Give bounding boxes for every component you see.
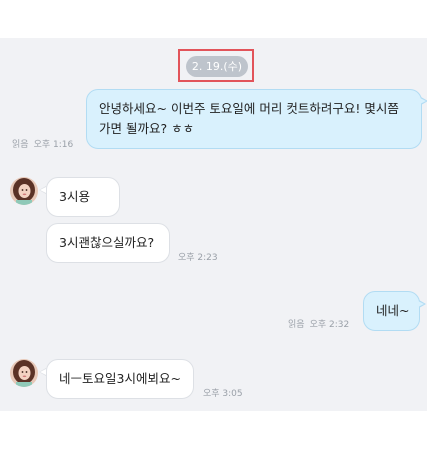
message-text-line-2: 가면 될까요? ㅎㅎ: [99, 121, 195, 136]
message-text-line-1: 안녕하세요~ 이번주 토요일에 머리 컷트하려구요! 몇시쯤: [99, 101, 399, 116]
bubble-tail: [39, 368, 46, 376]
message-bubble-outgoing[interactable]: 네네~: [363, 291, 420, 331]
date-separator: 2. 19.(수): [186, 56, 248, 77]
message-meta: 읽음 오후 1:16: [12, 137, 73, 150]
message-meta: 오후 3:05: [203, 386, 243, 399]
contact-avatar[interactable]: [10, 359, 38, 387]
timestamp: 오후 3:05: [203, 389, 243, 399]
bubble-tail: [418, 300, 426, 308]
message-bubble-outgoing[interactable]: 안녕하세요~ 이번주 토요일에 머리 컷트하려구요! 몇시쯤 가면 될까요? ㅎ…: [86, 89, 422, 149]
message-meta: 오후 2:23: [178, 250, 218, 263]
message-bubble-incoming[interactable]: 네ㅡ토요일3시에뵈요~: [46, 359, 194, 399]
bubble-tail: [39, 186, 46, 194]
message-text: 네네~: [376, 303, 410, 318]
message-meta: 읽음 오후 2:32: [288, 317, 349, 330]
message-text: 네ㅡ토요일3시에뵈요~: [59, 371, 181, 386]
read-receipt: 읽음: [12, 140, 29, 150]
bubble-tail: [420, 97, 427, 105]
message-bubble-incoming[interactable]: 3시용~^^: [46, 177, 120, 242]
timestamp: 오후 1:16: [33, 140, 74, 150]
message-text: 3시괜찮으실까요?: [59, 235, 155, 250]
read-receipt: 읽음: [288, 320, 305, 330]
contact-avatar[interactable]: [10, 177, 38, 205]
timestamp: 오후 2:23: [178, 253, 218, 263]
message-bubble-incoming[interactable]: 3시괜찮으실까요?: [46, 223, 170, 263]
timestamp: 오후 2:32: [309, 320, 350, 330]
